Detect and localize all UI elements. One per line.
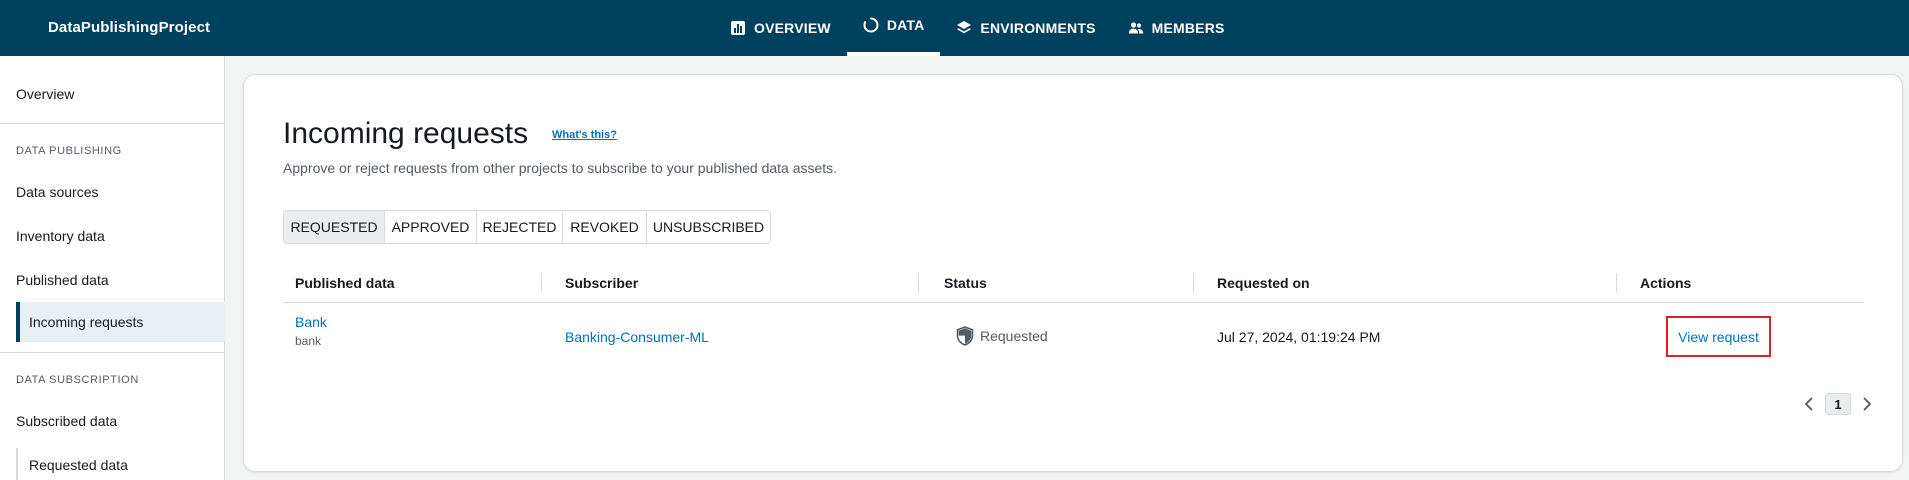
project-name[interactable]: DataPublishingProject [48, 19, 210, 36]
sidebar-divider [0, 123, 225, 124]
tab-environments[interactable]: ENVIRONMENTS [940, 0, 1111, 56]
sidebar-item-inventory-data[interactable]: Inventory data [16, 228, 105, 244]
requested-on-value: Jul 27, 2024, 01:19:24 PM [1217, 329, 1381, 345]
sidebar-item-published-data[interactable]: Published data [16, 272, 109, 288]
side-navigation: Overview DATA PUBLISHING Data sources In… [0, 56, 225, 480]
tab-label: OVERVIEW [754, 20, 831, 36]
sidebar-item-label: Incoming requests [29, 314, 144, 330]
view-request-button[interactable]: View request [1666, 316, 1771, 357]
pagination: 1 [1799, 393, 1877, 415]
tab-label: MEMBERS [1151, 20, 1225, 36]
sidebar-section-data-publishing: DATA PUBLISHING [16, 145, 122, 157]
sidebar-item-requested-data[interactable]: Requested data [29, 457, 128, 473]
top-navigation-bar: DataPublishingProject OVERVIEW DATA ENVI… [0, 0, 1909, 56]
bar-chart-icon [731, 21, 745, 35]
page-number-button[interactable]: 1 [1825, 393, 1851, 415]
column-separator [541, 273, 542, 293]
tab-data[interactable]: DATA [846, 0, 941, 56]
users-icon [1128, 22, 1143, 34]
sidebar-divider [0, 352, 225, 353]
column-header-requested-on: Requested on [1217, 275, 1310, 291]
whats-this-link[interactable]: What's this? [552, 129, 617, 141]
chevron-left-icon [1804, 397, 1813, 411]
table-header: Published data Subscriber Status Request… [283, 263, 1864, 303]
filter-requested[interactable]: REQUESTED [284, 211, 384, 243]
sidebar-item-overview[interactable]: Overview [16, 86, 74, 102]
sidebar-item-incoming-requests[interactable]: Incoming requests [16, 302, 225, 342]
status-filter-segmented-control: REQUESTED APPROVED REJECTED REVOKED UNSU… [283, 210, 771, 244]
published-data-subtitle: bank [295, 334, 322, 348]
next-page-button[interactable] [1857, 394, 1877, 414]
sidebar-item-subscribed-data[interactable]: Subscribed data [16, 413, 117, 429]
column-header-status: Status [944, 275, 987, 291]
page-title: Incoming requests [283, 117, 529, 150]
layers-icon [957, 21, 972, 34]
incoming-requests-panel: Incoming requests What's this? Approve o… [243, 74, 1903, 472]
tab-label: ENVIRONMENTS [980, 20, 1096, 36]
column-header-subscriber: Subscriber [565, 275, 639, 291]
top-nav-tabs: OVERVIEW DATA ENVIRONMENTS MEMBERS [714, 0, 1241, 56]
previous-page-button[interactable] [1799, 394, 1819, 414]
sidebar-item-data-sources[interactable]: Data sources [16, 184, 98, 200]
table-row: Bank bank Banking-Consumer-ML Requested … [283, 304, 1864, 370]
tab-overview[interactable]: OVERVIEW [714, 0, 847, 56]
column-header-actions: Actions [1640, 275, 1692, 291]
column-separator [918, 273, 919, 293]
status-cell: Requested [956, 326, 1048, 346]
shield-icon [956, 326, 974, 346]
page-description: Approve or reject requests from other pr… [283, 160, 838, 176]
published-data-link[interactable]: Bank [295, 314, 327, 330]
chevron-right-icon [1863, 397, 1872, 411]
filter-revoked[interactable]: REVOKED [562, 211, 646, 243]
filter-rejected[interactable]: REJECTED [476, 211, 562, 243]
subscriber-link[interactable]: Banking-Consumer-ML [565, 329, 709, 345]
filter-approved[interactable]: APPROVED [384, 211, 476, 243]
tab-members[interactable]: MEMBERS [1112, 0, 1241, 56]
sidebar-tree-line [16, 448, 18, 480]
column-header-published-data: Published data [295, 275, 395, 291]
status-text: Requested [980, 328, 1048, 344]
filter-unsubscribed[interactable]: UNSUBSCRIBED [646, 211, 770, 243]
tab-label: DATA [886, 17, 925, 33]
loading-ring-icon [863, 17, 879, 33]
column-separator [1193, 273, 1194, 293]
column-separator [1616, 273, 1617, 293]
sidebar-section-data-subscription: DATA SUBSCRIPTION [16, 374, 139, 386]
